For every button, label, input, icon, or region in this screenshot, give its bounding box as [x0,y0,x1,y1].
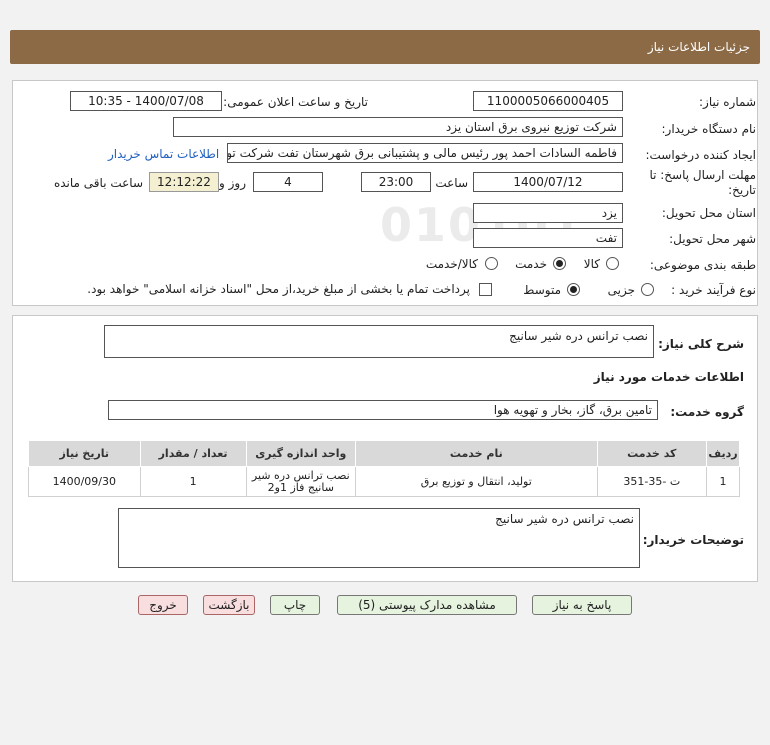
process-radio-medium[interactable] [567,283,580,296]
col-index: ردیف [705,440,741,467]
category-radio-service[interactable] [553,257,566,270]
process-radio-minor[interactable] [641,283,654,296]
category-radio-goods-service[interactable] [485,257,498,270]
remaining-time-field: 12:12:22 [149,172,219,192]
province-field: یزد [473,203,623,223]
col-name: نام خدمت [354,440,598,467]
services-section-title: اطلاعات خدمات مورد نیاز [593,370,744,384]
days-remaining-field: 4 [253,172,323,192]
row-qty: 1 [139,466,247,497]
summary-field: نصب ترانس دره شیر سانیج [104,325,654,358]
remaining-time-label: ساعت باقی مانده [53,176,143,190]
requester-field: فاطمه السادات احمد پور رئیس مالی و پشتیب… [227,143,623,163]
treasury-payment-checkbox[interactable] [479,283,492,296]
deadline-date-field: 1400/07/12 [473,172,623,192]
category-option-goods-service: کالا/خدمت [425,257,478,271]
deadline-time-field: 23:00 [361,172,431,192]
col-code: کد خدمت [596,440,707,467]
summary-label: شرح کلی نیاز: [658,337,744,351]
process-option-medium: متوسط [523,283,561,297]
buyer-notes-label: توضیحات خریدار: [642,533,744,547]
city-label: شهر محل تحویل: [669,232,756,246]
city-field: تفت [473,228,623,248]
page-header: جزئیات اطلاعات نیاز [10,30,760,64]
service-group-label: گروه خدمت: [670,405,744,419]
buyer-contact-link[interactable]: اطلاعات تماس خریدار [108,147,219,161]
process-option-minor: جزیی [607,283,635,297]
page-title: جزئیات اطلاعات نیاز [647,40,750,54]
requester-label: ایجاد کننده درخواست: [645,148,756,162]
category-option-service: خدمت [515,257,547,271]
announce-datetime-label: تاریخ و ساعت اعلان عمومی: [223,95,368,109]
back-button[interactable]: بازگشت [203,595,255,615]
print-button[interactable]: چاپ [270,595,320,615]
service-group-field: تامین برق، گاز، بخار و تهویه هوا [108,400,658,420]
respond-button[interactable]: پاسخ به نیاز [532,595,632,615]
attachments-button[interactable]: مشاهده مدارک پیوستی (5) [337,595,517,615]
deadline-label-date: تاریخ: [728,183,756,197]
row-index: 1 [705,466,741,497]
table-row: 1 ت -35-351 تولید، انتقال و توزیع برق نص… [28,466,741,497]
row-date: 1400/09/30 [28,466,141,497]
province-label: استان محل تحویل: [661,206,756,220]
need-number-label: شماره نیاز: [699,95,756,109]
row-code: ت -35-351 [596,466,707,497]
process-type-label: نوع فرآیند خرید : [671,283,756,297]
row-unit: نصب ترانس دره شیر سانیج فاز 1و2 [245,466,356,497]
category-radio-goods[interactable] [606,257,619,270]
buyer-org-label: نام دستگاه خریدار: [661,122,757,136]
announce-datetime-field: 1400/07/08 - 10:35 [70,91,222,111]
row-name: تولید، انتقال و توزیع برق [354,466,598,497]
need-info-panel [12,80,758,306]
col-date: تاریخ نیاز [28,440,141,467]
deadline-time-label: ساعت [435,176,468,190]
need-number-field: 1100005066000405 [473,91,623,111]
category-option-goods: کالا [583,257,600,271]
deadline-label: مهلت ارسال پاسخ: تا [649,168,756,182]
col-unit: واحد اندازه گیری [245,440,356,467]
days-label: روز و [219,176,246,190]
buyer-org-field: شرکت توزیع نیروی برق استان یزد [173,117,623,137]
exit-button[interactable]: خروج [138,595,188,615]
services-table: ردیف کد خدمت نام خدمت واحد اندازه گیری ت… [28,440,741,497]
treasury-payment-note: پرداخت تمام یا بخشی از مبلغ خرید،از محل … [87,282,470,296]
buyer-notes-field: نصب ترانس دره شیر سانیج [118,508,640,568]
col-qty: تعداد / مقدار [139,440,247,467]
category-label: طبقه بندی موضوعی: [649,258,756,272]
services-table-header: ردیف کد خدمت نام خدمت واحد اندازه گیری ت… [28,440,741,467]
